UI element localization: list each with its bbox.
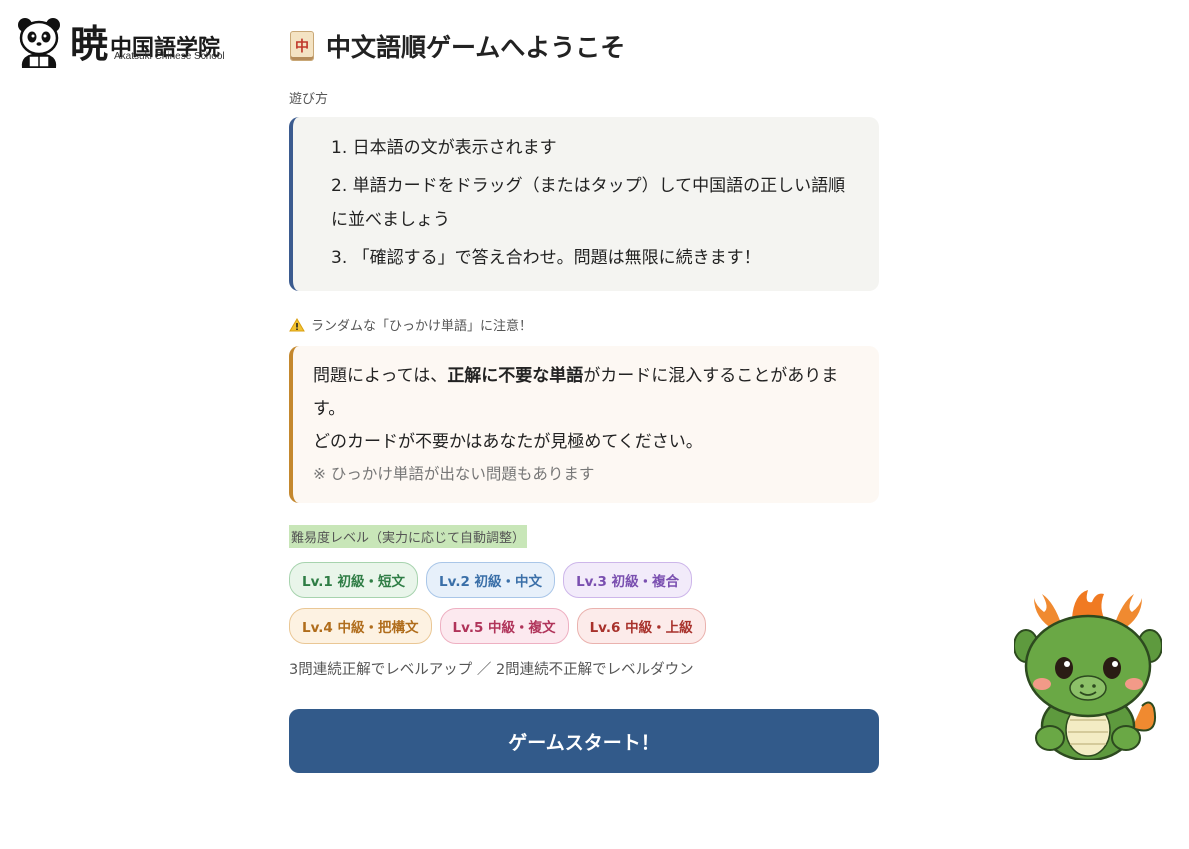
howto-step: 3. 「確認する」で答え合わせ。問題は無限に続きます！ (331, 248, 761, 268)
page-title: 中文語順ゲームへようこそ (326, 33, 626, 62)
level-pill-1[interactable]: Lv.1 初級・短文 (289, 562, 419, 598)
level-pill-5[interactable]: Lv.5 中級・複文 (439, 608, 569, 644)
panda-icon (18, 18, 60, 68)
logo-subtitle: Akatsuki Chinese School (114, 50, 225, 62)
main-content: 遊び方 1. 日本語の文が表示されます 2. 単語カードをドラッグ（またはタップ… (289, 88, 879, 773)
warning-label: ランダムな「ひっかけ単語」に注意！ (289, 315, 879, 334)
logo-mark: 暁 (70, 20, 109, 66)
page-header: 中 中文語順ゲームへようこそ (290, 28, 625, 64)
howto-box: 1. 日本語の文が表示されます 2. 単語カードをドラッグ（またはタップ）して中… (289, 117, 879, 291)
warning-text: 問題によっては、正解に不要な単語がカードに混入することがあります。 (313, 360, 859, 426)
howto-steps: 1. 日本語の文が表示されます 2. 単語カードをドラッグ（またはタップ）して中… (331, 131, 859, 275)
level-pill-4[interactable]: Lv.4 中級・把構文 (289, 608, 432, 644)
start-game-button[interactable]: ゲームスタート！ (289, 709, 879, 773)
level-rule: 3問連続正解でレベルアップ ／ 2問連続不正解でレベルダウン (289, 662, 694, 678)
dragon-mascot (1014, 590, 1162, 760)
howto-label: 遊び方 (289, 92, 329, 107)
warning-box: 問題によっては、正解に不要な単語がカードに混入することがあります。 どのカードが… (289, 346, 879, 503)
level-pill-6[interactable]: Lv.6 中級・上級 (576, 608, 706, 644)
warning-label-text: ランダムな「ひっかけ単語」に注意！ (311, 319, 533, 334)
level-pill-2[interactable]: Lv.2 初級・中文 (426, 562, 556, 598)
warning-triangle-icon (289, 317, 305, 331)
warning-text-a: 問題によっては、 (313, 366, 448, 386)
warning-line2: どのカードが不要かはあなたが見極めてください。 (313, 432, 703, 452)
howto-step: 2. 単語カードをドラッグ（またはタップ）して中国語の正しい語順に並べましょう (331, 176, 846, 230)
warning-note: ※ ひっかけ単語が出ない問題もあります (313, 465, 595, 483)
level-label: 難易度レベル（実力に応じて自動調整） (289, 525, 528, 548)
level-pill-3[interactable]: Lv.3 初級・複合 (563, 562, 693, 598)
howto-step: 1. 日本語の文が表示されます (331, 138, 557, 158)
warning-text-bold: 正解に不要な単語 (447, 366, 584, 386)
school-logo[interactable]: 暁 中国語学院 Akatsuki Chinese School (16, 16, 225, 70)
level-list: Lv.1 初級・短文 Lv.2 初級・中文 Lv.3 初級・複合 Lv.4 中級… (289, 562, 769, 644)
mahjong-tile-icon: 中 (290, 31, 314, 61)
